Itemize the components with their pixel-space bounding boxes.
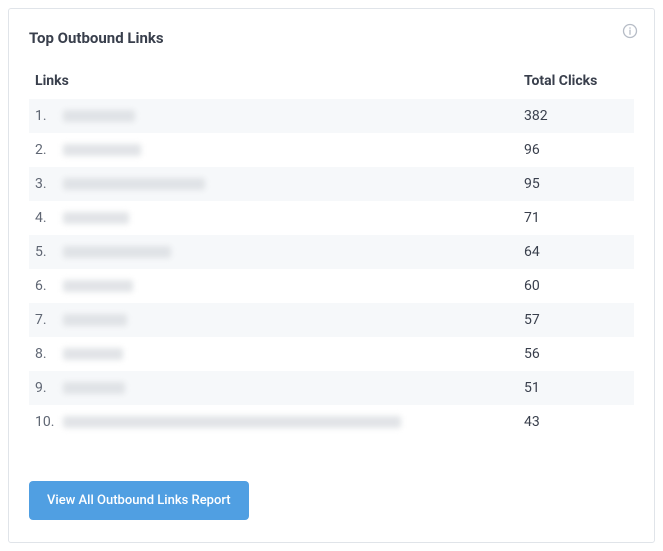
redacted-link xyxy=(63,212,129,224)
redacted-link xyxy=(63,110,135,122)
row-index: 2. xyxy=(35,142,63,158)
table-row: 7. 57 xyxy=(29,303,634,337)
redacted-link xyxy=(63,144,141,156)
info-icon[interactable] xyxy=(622,23,638,39)
row-index: 3. xyxy=(35,176,63,192)
row-link[interactable] xyxy=(63,348,524,360)
row-index: 4. xyxy=(35,210,63,226)
table-row: 6. 60 xyxy=(29,269,634,303)
table-row: 3. 95 xyxy=(29,167,634,201)
view-report-button[interactable]: View All Outbound Links Report xyxy=(29,481,249,520)
row-clicks: 60 xyxy=(524,278,624,294)
row-link[interactable] xyxy=(63,144,524,156)
row-index: 10. xyxy=(35,414,63,430)
row-link[interactable] xyxy=(63,110,524,122)
table-row: 8. 56 xyxy=(29,337,634,371)
table-row: 1. 382 xyxy=(29,99,634,133)
table-row: 9. 51 xyxy=(29,371,634,405)
row-index: 9. xyxy=(35,380,63,396)
table-row: 10. 43 xyxy=(29,405,634,439)
redacted-link xyxy=(63,314,127,326)
row-link[interactable] xyxy=(63,314,524,326)
row-clicks: 57 xyxy=(524,312,624,328)
row-clicks: 64 xyxy=(524,244,624,260)
row-link[interactable] xyxy=(63,178,524,190)
row-clicks: 56 xyxy=(524,346,624,362)
row-link[interactable] xyxy=(63,280,524,292)
header-links: Links xyxy=(35,73,524,89)
row-index: 1. xyxy=(35,108,63,124)
redacted-link xyxy=(63,382,125,394)
header-clicks: Total Clicks xyxy=(524,73,624,89)
table-row: 2. 96 xyxy=(29,133,634,167)
row-index: 6. xyxy=(35,278,63,294)
row-clicks: 43 xyxy=(524,414,624,430)
redacted-link xyxy=(63,280,133,292)
row-index: 8. xyxy=(35,346,63,362)
redacted-link xyxy=(63,348,123,360)
row-link[interactable] xyxy=(63,416,524,428)
table-row: 4. 71 xyxy=(29,201,634,235)
table-body: 1. 382 2. 96 3. 95 4. 71 5. 64 6. 60 xyxy=(29,99,634,439)
row-clicks: 96 xyxy=(524,142,624,158)
row-clicks: 51 xyxy=(524,380,624,396)
row-link[interactable] xyxy=(63,212,524,224)
row-link[interactable] xyxy=(63,246,524,258)
redacted-link xyxy=(63,246,171,258)
row-index: 7. xyxy=(35,312,63,328)
row-index: 5. xyxy=(35,244,63,260)
redacted-link xyxy=(63,416,401,428)
row-link[interactable] xyxy=(63,382,524,394)
row-clicks: 382 xyxy=(524,108,624,124)
row-clicks: 95 xyxy=(524,176,624,192)
redacted-link xyxy=(63,178,205,190)
row-clicks: 71 xyxy=(524,210,624,226)
table-header: Links Total Clicks xyxy=(29,65,634,99)
table-row: 5. 64 xyxy=(29,235,634,269)
card-footer: View All Outbound Links Report xyxy=(29,481,634,520)
card-title: Top Outbound Links xyxy=(29,29,634,47)
outbound-links-card: Top Outbound Links Links Total Clicks 1.… xyxy=(8,8,655,543)
